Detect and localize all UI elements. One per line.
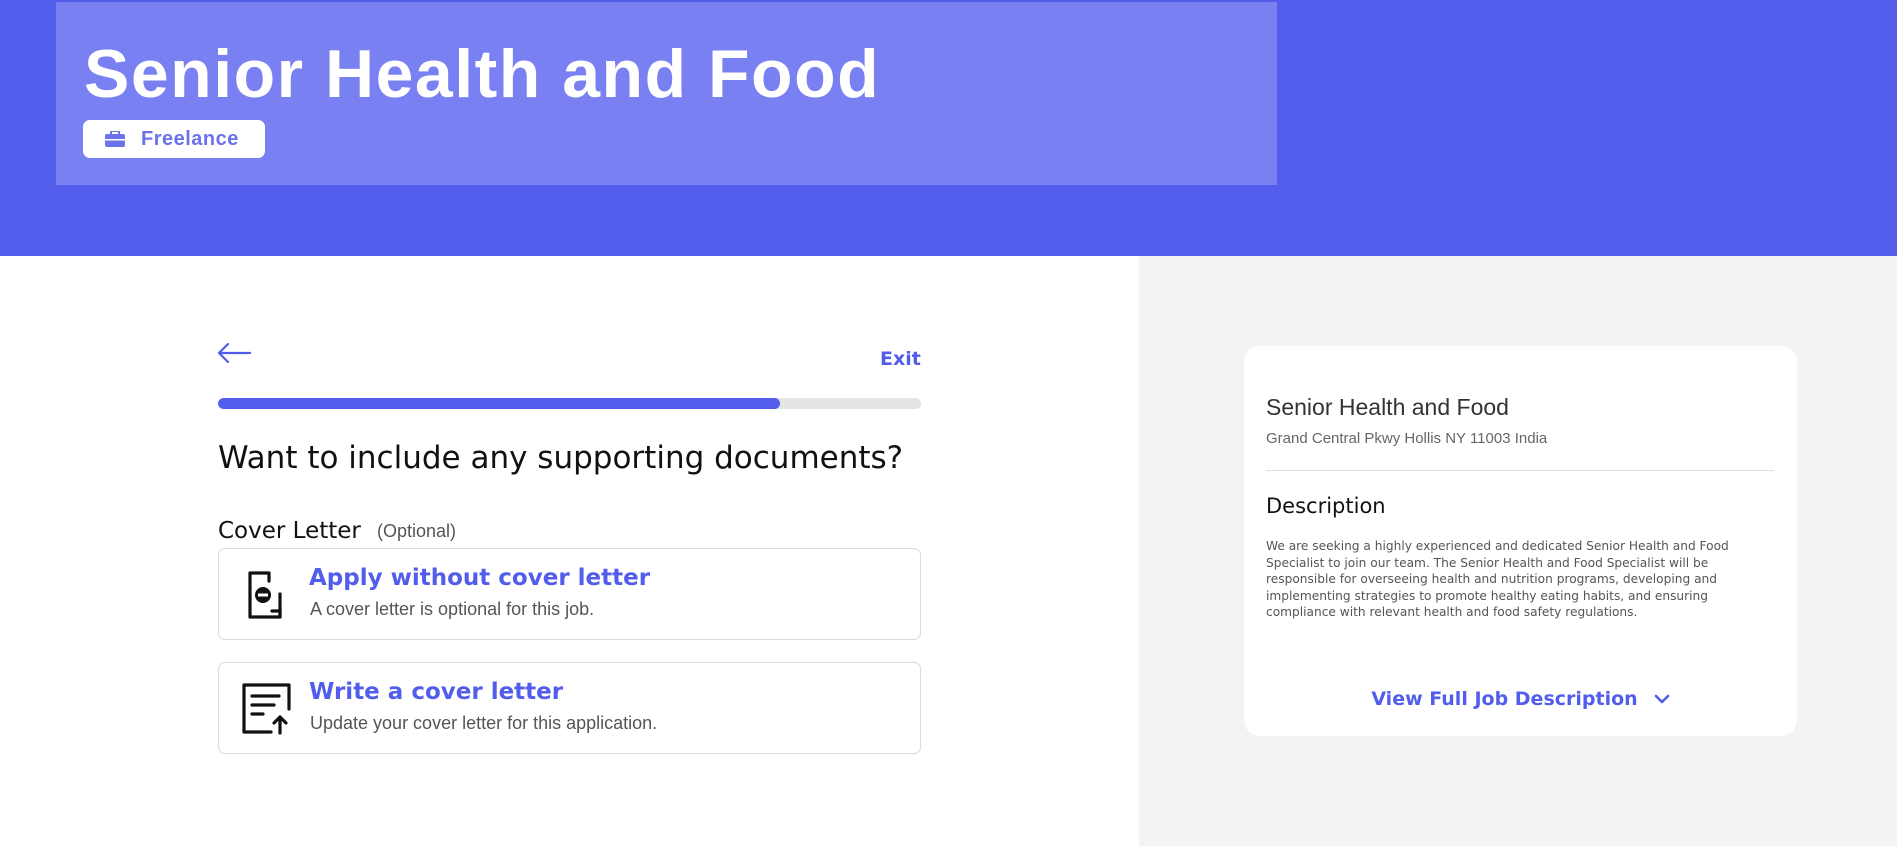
job-summary-card: Senior Health and Food Grand Central Pkw… — [1244, 346, 1797, 736]
option-subtitle: Update your cover letter for this applic… — [310, 713, 658, 733]
job-type-badge: Freelance — [83, 120, 265, 158]
application-panel: Exit Want to include any supporting docu… — [0, 256, 1139, 846]
view-full-description-label: View Full Job Description — [1371, 688, 1638, 710]
job-type-label: Freelance — [141, 127, 239, 150]
job-header-card: Senior Health and Food Freelance — [56, 2, 1277, 185]
exit-link[interactable]: Exit — [880, 348, 921, 370]
progress-bar — [218, 398, 921, 409]
cover-letter-optional-hint: (Optional) — [377, 521, 457, 541]
progress-bar-fill — [218, 398, 781, 409]
document-upload-icon — [242, 683, 291, 735]
divider — [1266, 470, 1774, 471]
job-title: Senior Health and Food — [84, 36, 881, 112]
view-full-description-link[interactable]: View Full Job Description — [1244, 688, 1797, 710]
summary-job-title: Senior Health and Food — [1266, 394, 1509, 420]
page-header: Senior Health and Food Freelance — [0, 0, 1897, 256]
option-title: Apply without cover letter — [309, 565, 651, 591]
arrow-left-icon[interactable] — [217, 342, 251, 364]
cover-letter-label: Cover Letter — [218, 518, 361, 544]
write-cover-letter-option[interactable]: Write a cover letter Update your cover l… — [218, 662, 921, 754]
briefcase-icon — [105, 131, 125, 147]
chevron-down-icon — [1654, 694, 1669, 704]
description-heading: Description — [1266, 494, 1386, 518]
summary-job-address: Grand Central Pkwy Hollis NY 11003 India — [1266, 430, 1548, 447]
step-question: Want to include any supporting documents… — [218, 440, 904, 476]
apply-without-cover-letter-option[interactable]: Apply without cover letter A cover lette… — [218, 548, 921, 640]
job-summary-panel: Senior Health and Food Grand Central Pkw… — [1139, 256, 1897, 846]
document-minus-icon — [248, 571, 282, 619]
description-text: We are seeking a highly experienced and … — [1266, 539, 1729, 619]
option-title: Write a cover letter — [309, 679, 564, 705]
option-subtitle: A cover letter is optional for this job. — [310, 599, 595, 619]
